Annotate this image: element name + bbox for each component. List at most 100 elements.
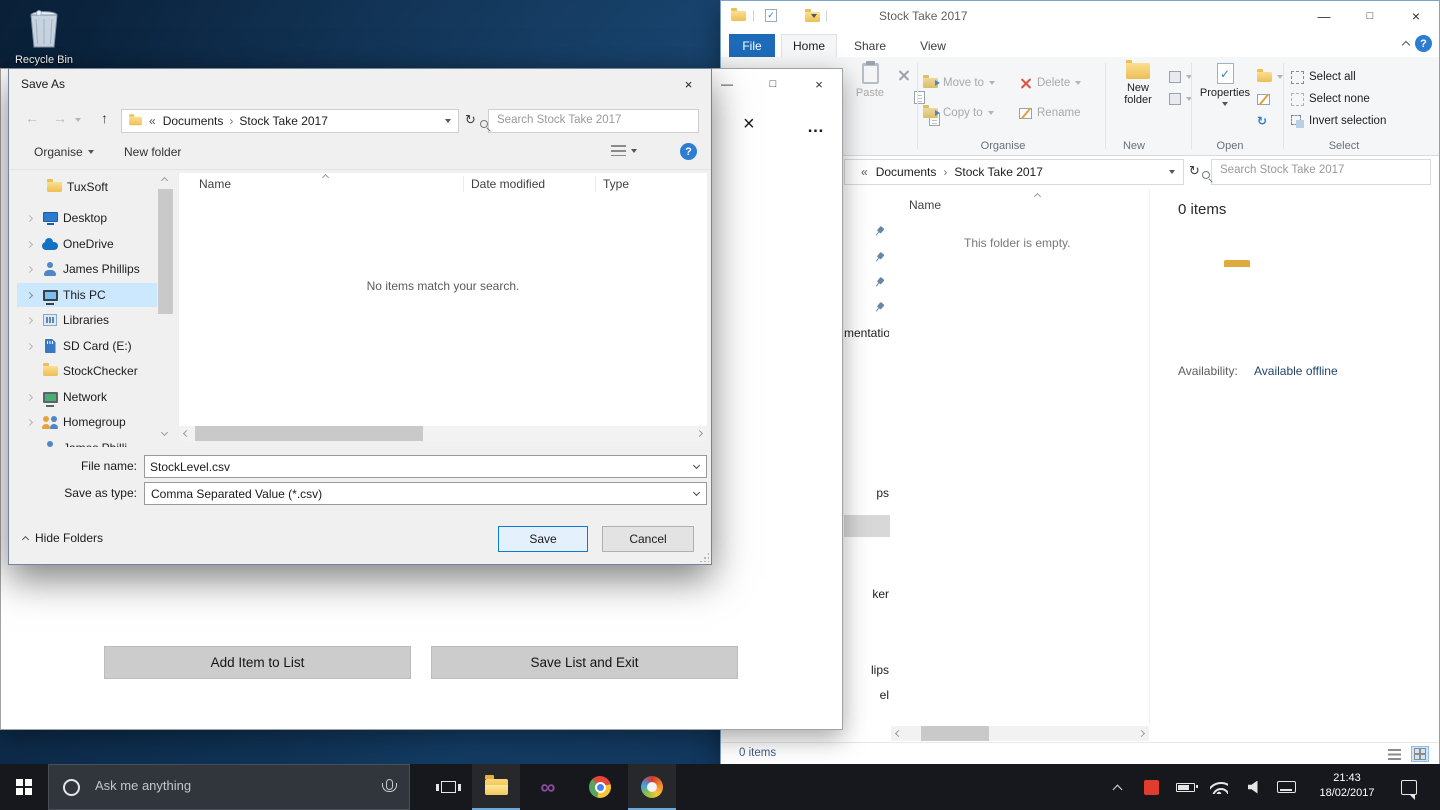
column-separator[interactable] [595, 176, 596, 192]
scroll-right-icon[interactable] [1137, 729, 1146, 738]
file-name-input[interactable] [150, 458, 670, 475]
sidebar-item-tuxsoft[interactable]: TuxSoft [17, 175, 157, 199]
battery-button[interactable] [1170, 764, 1200, 810]
expander-icon[interactable] [25, 240, 34, 248]
sidebar-item-stockchecker[interactable]: StockChecker [17, 359, 157, 383]
sidebar-item-james-phillips[interactable]: James Phillips [17, 257, 157, 281]
taskbar-browser-app[interactable] [628, 764, 676, 810]
dialog-close-button[interactable]: × [666, 69, 711, 99]
sidebar-item-clipped[interactable]: James Philli [17, 436, 157, 447]
nav-item-fragment[interactable]: mentatio [844, 326, 889, 340]
action-center-button[interactable] [1394, 764, 1424, 810]
microphone-icon[interactable] [382, 779, 398, 792]
nav-item-fragment[interactable]: el [844, 688, 889, 702]
close-button[interactable]: × [796, 69, 842, 99]
sidebar-item-desktop[interactable]: Desktop [17, 206, 157, 230]
rename-button[interactable]: Rename [1019, 103, 1080, 123]
copy-to-button[interactable]: Copy to [923, 103, 994, 123]
expander-icon[interactable] [25, 418, 34, 426]
column-header-name[interactable]: Name [199, 177, 231, 191]
scrollbar-thumb[interactable] [158, 189, 173, 314]
network-button[interactable] [1204, 764, 1234, 810]
taskbar-chrome[interactable] [576, 764, 624, 810]
column-header-type[interactable]: Type [603, 177, 629, 191]
cancel-button[interactable]: Cancel [602, 526, 694, 552]
close-button[interactable]: × [1393, 1, 1439, 31]
search-input[interactable] [497, 114, 667, 126]
breadcrumb-documents[interactable]: Documents [163, 114, 224, 128]
expander-icon[interactable] [25, 316, 34, 324]
cortana-search-input[interactable] [95, 778, 345, 793]
history-button[interactable]: ↻ [1257, 111, 1267, 131]
new-folder-button[interactable]: New folder [1111, 60, 1165, 106]
address-bar[interactable]: « Documents › Stock Take 2017 [121, 109, 459, 133]
help-icon[interactable]: ? [1415, 35, 1432, 52]
properties-button[interactable]: ✓ Properties [1197, 63, 1253, 106]
expander-icon[interactable] [25, 265, 34, 273]
tab-file[interactable]: File [729, 34, 775, 57]
sidebar-item-sd-card[interactable]: SD Card (E:) [17, 334, 157, 358]
expander-icon[interactable] [25, 291, 34, 299]
combo-dropdown-button[interactable] [686, 456, 706, 477]
nav-item-selected-highlight[interactable] [844, 515, 890, 537]
column-header-date-modified[interactable]: Date modified [471, 177, 545, 191]
edit-button[interactable] [1257, 89, 1270, 109]
collapse-ribbon-icon[interactable] [1401, 40, 1411, 50]
tab-view[interactable]: View [909, 34, 957, 57]
open-button[interactable] [1257, 67, 1283, 87]
select-none-button[interactable]: Select none [1291, 89, 1370, 109]
search-box[interactable] [1202, 159, 1431, 185]
up-icon[interactable]: ↑ [101, 110, 108, 126]
horizontal-scrollbar[interactable] [179, 426, 707, 441]
breadcrumb-stock-take-2017[interactable]: Stock Take 2017 [239, 114, 328, 128]
address-bar[interactable]: « Documents › Stock Take 2017 [844, 159, 1184, 185]
scroll-right-icon[interactable] [695, 429, 704, 438]
nav-item-fragment[interactable]: ker [844, 587, 889, 601]
help-icon[interactable]: ? [680, 143, 697, 160]
organise-button[interactable]: Organise [34, 145, 94, 159]
breadcrumb-stock-take-2017[interactable]: Stock Take 2017 [954, 165, 1043, 179]
move-to-button[interactable]: Move to [923, 73, 995, 93]
availability-value[interactable]: Available offline [1254, 364, 1338, 378]
sidebar-item-homegroup[interactable]: Homegroup [17, 410, 157, 434]
expander-icon[interactable] [25, 214, 34, 222]
save-as-type-combo[interactable]: Comma Separated Value (*.csv) [144, 482, 707, 505]
app-close-icon[interactable]: × [743, 113, 755, 136]
hide-folders-button[interactable]: Hide Folders [21, 531, 103, 545]
quick-access-toolbar-caret-icon[interactable] [811, 14, 817, 18]
save-button[interactable]: Save [498, 526, 588, 552]
scroll-up-icon[interactable] [160, 176, 169, 185]
delete-button[interactable]: Delete [1019, 73, 1082, 93]
search-box[interactable] [480, 109, 699, 133]
maximize-button[interactable]: □ [1347, 1, 1393, 31]
sidebar-item-libraries[interactable]: Libraries [17, 308, 157, 332]
tab-home[interactable]: Home [781, 34, 837, 57]
expander-icon[interactable] [25, 393, 34, 401]
breadcrumb-documents[interactable]: Documents [876, 165, 937, 179]
back-icon[interactable]: ← [25, 110, 39, 126]
easy-access-button[interactable] [1169, 89, 1192, 109]
taskbar-file-explorer[interactable] [472, 764, 520, 810]
scroll-left-icon[interactable] [894, 729, 903, 738]
scroll-down-icon[interactable] [160, 428, 169, 437]
refresh-icon[interactable]: ↻ [1189, 163, 1200, 179]
quick-access-properties-icon[interactable]: ✓ [765, 9, 777, 22]
volume-button[interactable] [1238, 764, 1268, 810]
add-item-button[interactable]: Add Item to List [104, 646, 411, 679]
expander-icon[interactable] [25, 342, 34, 350]
keyboard-button[interactable] [1271, 764, 1301, 810]
scrollbar-thumb[interactable] [195, 426, 423, 441]
show-hidden-icons-button[interactable] [1104, 764, 1130, 810]
sidebar-item-onedrive[interactable]: OneDrive [17, 232, 157, 256]
start-button[interactable] [0, 764, 48, 810]
refresh-icon[interactable]: ↻ [465, 112, 476, 128]
app-more-icon[interactable]: … [807, 117, 825, 137]
paste-button[interactable]: Paste [846, 61, 894, 99]
column-separator[interactable] [463, 176, 464, 192]
tree-scrollbar[interactable] [158, 173, 173, 441]
search-input[interactable] [1220, 164, 1390, 176]
forward-icon[interactable]: → [53, 110, 67, 126]
maximize-button[interactable]: □ [750, 69, 796, 99]
taskbar-clock[interactable]: 21:43 18/02/2017 [1312, 771, 1382, 801]
nav-item-fragment[interactable]: lips [844, 663, 889, 677]
